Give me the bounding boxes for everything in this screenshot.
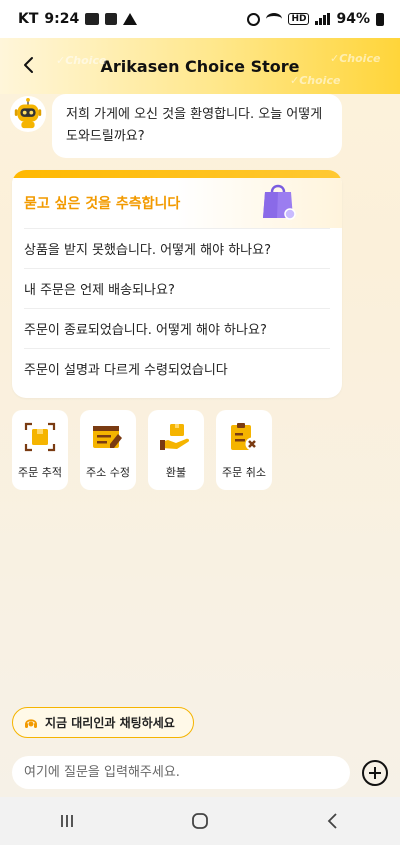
wifi-icon [266,13,283,25]
plus-icon [369,767,381,779]
chat-with-agent-button[interactable]: 지금 대리인과 채팅하세요 [12,707,194,738]
app-header: ✓Choice ✓Choice ✓Choice Arikasen Choice … [0,38,400,94]
agent-chat-label: 지금 대리인과 채팅하세요 [45,716,175,730]
action-label: 주소 수정 [86,466,130,479]
order-track-button[interactable]: 주문 추적 [12,410,68,490]
refund-button[interactable]: 환불 [148,410,204,490]
clock: 9:24 [44,11,80,27]
back-arrow-icon [328,813,337,829]
warning-icon [123,13,138,25]
suggestion-header: 묻고 싶은 것을 추측합니다 [12,178,342,228]
shopping-bag-icon [263,184,296,220]
page-title: Arikasen Choice Store [100,56,300,76]
action-label: 주문 취소 [222,466,266,479]
watermark: ✓Choice [330,52,381,65]
battery-icon [376,12,384,26]
card-accent-bar [12,170,342,178]
carrier-label: KT [18,11,39,27]
suggested-question[interactable]: 주문이 설명과 다르게 수령되었습니다 [24,348,330,388]
bot-avatar [10,96,46,132]
suggestion-card: 묻고 싶은 것을 추측합니다 상품을 받지 못했습니다. 어떻게 해야 하나요?… [12,170,342,398]
suggested-question[interactable]: 상품을 받지 못했습니다. 어떻게 해야 하나요? [24,228,330,268]
refund-icon [160,424,190,450]
watermark: ✓Choice [290,74,341,87]
address-edit-icon [93,426,122,448]
suggestion-title: 묻고 싶은 것을 추측합니다 [24,196,181,212]
home-button[interactable] [170,801,230,841]
action-label: 주문 추적 [18,466,62,479]
robot-icon [11,97,45,131]
greeting-message: 저희 가게에 오신 것을 환영합니다. 오늘 어떻게 도와드릴까요? [52,94,342,158]
battery-percent: 94% [336,11,370,27]
order-cancel-icon [231,423,259,451]
image-icon [105,13,118,25]
home-icon [192,813,208,829]
order-cancel-button[interactable]: 주문 취소 [216,410,272,490]
back-button[interactable] [12,48,46,82]
action-label: 환불 [165,466,187,479]
quick-actions: 주문 추적 주소 수정 환불 주문 취소 [12,410,272,490]
watermark: ✓Choice [56,54,107,67]
system-nav-bar [0,797,400,845]
recent-apps-icon [60,815,73,827]
hd-voice-icon: HD [288,13,310,25]
alarm-icon [247,12,261,26]
address-edit-button[interactable]: 주소 수정 [80,410,136,490]
system-back-button[interactable] [303,801,363,841]
headset-icon [25,718,37,728]
suggested-question[interactable]: 주문이 종료되었습니다. 어떻게 해야 하나요? [24,308,330,348]
chevron-left-icon [24,57,33,73]
order-track-icon [24,422,56,452]
suggested-question[interactable]: 내 주문은 언제 배송되나요? [24,268,330,308]
status-bar: KT 9:24 HD 94% [0,0,400,38]
recent-apps-button[interactable] [37,801,97,841]
add-attachment-button[interactable] [362,760,388,786]
signal-icon [315,13,331,25]
notification-icon [85,13,100,25]
question-input[interactable] [12,756,350,789]
